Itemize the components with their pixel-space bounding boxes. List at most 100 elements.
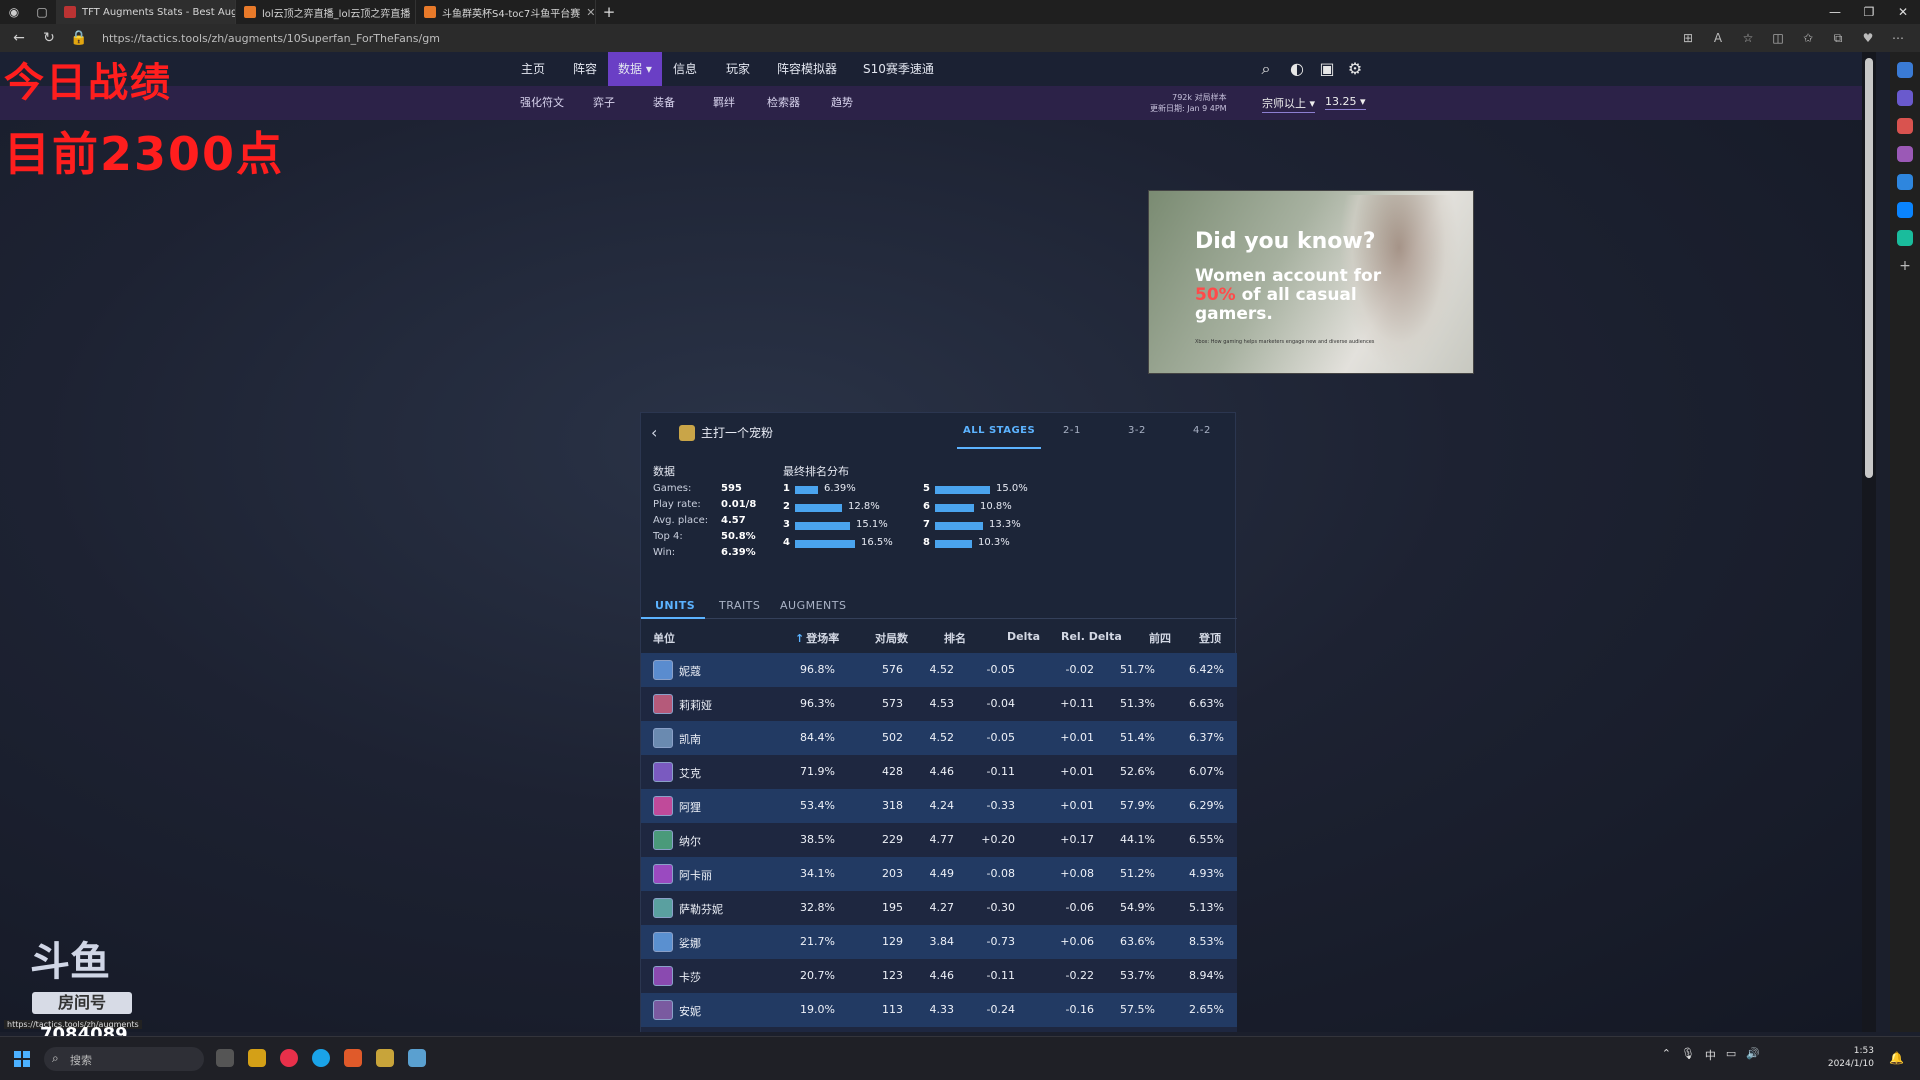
table-row[interactable]: 俄洛伊18.7%1114.08-0.49+0.3064.9%7.21% bbox=[641, 1027, 1237, 1032]
tray-chevron-icon[interactable]: ⌃ bbox=[1662, 1047, 1671, 1063]
advertisement[interactable]: Did you know? Women account for 50% of a… bbox=[1148, 190, 1474, 374]
sidebar-tools-icon[interactable] bbox=[1897, 118, 1913, 134]
refresh-icon[interactable]: ↻ bbox=[36, 25, 62, 51]
discord-icon[interactable]: ▣ bbox=[1318, 60, 1336, 78]
col-top4[interactable]: 前四 bbox=[1149, 630, 1171, 646]
stage-tab-4-2[interactable]: 4-2 bbox=[1193, 425, 1211, 436]
app-icon[interactable] bbox=[408, 1049, 426, 1067]
table-row[interactable]: 莉莉娅 96.3% 573 4.53 -0.04 +0.11 51.3% 6.63% bbox=[641, 687, 1237, 721]
subnav-explorer[interactable]: 检索器 bbox=[767, 86, 800, 120]
nav-team-builder[interactable]: 阵容模拟器 bbox=[777, 52, 837, 86]
gear-icon[interactable]: ⚙ bbox=[1346, 60, 1364, 78]
table-row[interactable]: 艾克 71.9% 428 4.46 -0.11 +0.01 52.6% 6.07% bbox=[641, 755, 1237, 789]
app-icon[interactable] bbox=[344, 1049, 362, 1067]
col-rel-delta[interactable]: Rel. Delta bbox=[1061, 630, 1122, 643]
col-place[interactable]: 排名 bbox=[944, 630, 966, 646]
browser-tab[interactable]: TFT Augments Stats - Best Augm ✕ bbox=[56, 0, 236, 24]
col-delta[interactable]: Delta bbox=[1007, 630, 1040, 643]
col-play-rate[interactable]: ↑ 登场率 bbox=[795, 630, 839, 646]
sidebar-games-icon[interactable] bbox=[1897, 146, 1913, 162]
nav-s10-speedrun[interactable]: S10赛季速通 bbox=[863, 52, 934, 86]
subnav-units[interactable]: 弈子 bbox=[593, 86, 615, 120]
tab-augments[interactable]: AUGMENTS bbox=[780, 599, 846, 612]
placement-number: 1 bbox=[783, 483, 790, 494]
patch-select[interactable]: 13.25 ▾ bbox=[1325, 95, 1366, 110]
search-icon[interactable]: ⌕ bbox=[1257, 60, 1275, 78]
subnav-traits[interactable]: 羁绊 bbox=[713, 86, 735, 120]
ime-indicator[interactable]: 中 bbox=[1705, 1047, 1716, 1063]
extensions-icon[interactable]: ♥ bbox=[1856, 31, 1880, 45]
sidebar-copilot-icon[interactable] bbox=[1897, 90, 1913, 106]
stage-tab-all[interactable]: ALL STAGES bbox=[963, 425, 1035, 436]
tab-traits[interactable]: TRAITS bbox=[719, 599, 760, 612]
table-row[interactable]: 阿卡丽 34.1% 203 4.49 -0.08 +0.08 51.2% 4.93% bbox=[641, 857, 1237, 891]
unit-portrait-icon bbox=[653, 762, 673, 782]
subnav-items[interactable]: 装备 bbox=[653, 86, 675, 120]
table-row[interactable]: 卡莎 20.7% 123 4.46 -0.11 -0.22 53.7% 8.94% bbox=[641, 959, 1237, 993]
scrollbar-thumb[interactable] bbox=[1865, 58, 1873, 478]
favorite-icon[interactable]: ☆ bbox=[1736, 31, 1760, 45]
back-icon[interactable]: ← bbox=[6, 25, 32, 51]
sidebar-search-icon[interactable] bbox=[1897, 62, 1913, 78]
app-available-icon[interactable]: ⊞ bbox=[1676, 31, 1700, 45]
sidebar-office-icon[interactable] bbox=[1897, 174, 1913, 190]
table-row[interactable]: 阿狸 53.4% 318 4.24 -0.33 +0.01 57.9% 6.29% bbox=[641, 789, 1237, 823]
app-icon[interactable] bbox=[280, 1049, 298, 1067]
edge-icon[interactable] bbox=[312, 1049, 330, 1067]
stage-tab-2-1[interactable]: 2-1 bbox=[1063, 425, 1081, 436]
restore-icon[interactable]: ❐ bbox=[1852, 0, 1886, 24]
tab-actions-icon[interactable]: ▢ bbox=[28, 0, 56, 24]
tab-units[interactable]: UNITS bbox=[655, 599, 695, 612]
site-info-icon[interactable]: 🔒 bbox=[66, 25, 92, 51]
collections-icon[interactable]: ⧉ bbox=[1826, 31, 1850, 46]
table-row[interactable]: 娑娜 21.7% 129 3.84 -0.73 +0.06 63.6% 8.53% bbox=[641, 925, 1237, 959]
clock[interactable]: 1:53 2024/1/10 bbox=[1828, 1045, 1874, 1071]
subnav-augments[interactable]: 强化符文 bbox=[520, 86, 564, 120]
nav-data[interactable]: 数据 ▾ bbox=[608, 52, 662, 86]
table-row[interactable]: 纳尔 38.5% 229 4.77 +0.20 +0.17 44.1% 6.55% bbox=[641, 823, 1237, 857]
cell-win: 5.13% bbox=[1189, 901, 1224, 914]
taskbar-search[interactable]: ⌕ 搜索 bbox=[44, 1047, 204, 1071]
subnav-trends[interactable]: 趋势 bbox=[831, 86, 853, 120]
new-tab-icon[interactable]: + bbox=[596, 3, 622, 21]
stage-tab-3-2[interactable]: 3-2 bbox=[1128, 425, 1146, 436]
tab-close-icon[interactable]: ✕ bbox=[586, 6, 595, 19]
network-icon[interactable]: ▭ bbox=[1726, 1047, 1736, 1063]
close-window-icon[interactable]: ✕ bbox=[1886, 0, 1920, 24]
sidebar-add-icon[interactable]: + bbox=[1897, 258, 1913, 274]
page-scrollbar[interactable] bbox=[1862, 52, 1876, 1032]
app-icon[interactable] bbox=[248, 1049, 266, 1067]
lol-icon[interactable] bbox=[376, 1049, 394, 1067]
more-icon[interactable]: ⋯ bbox=[1886, 31, 1910, 45]
table-row[interactable]: 凯南 84.4% 502 4.52 -0.05 +0.01 51.4% 6.37% bbox=[641, 721, 1237, 755]
table-row[interactable]: 萨勒芬妮 32.8% 195 4.27 -0.30 -0.06 54.9% 5.13% bbox=[641, 891, 1237, 925]
notification-icon[interactable]: 🔔 bbox=[1889, 1051, 1904, 1065]
read-aloud-icon[interactable]: A bbox=[1706, 31, 1730, 45]
url-field[interactable]: https://tactics.tools/zh/augments/10Supe… bbox=[102, 32, 440, 45]
start-button-icon[interactable] bbox=[14, 1051, 30, 1067]
favorites-icon[interactable]: ✩ bbox=[1796, 31, 1820, 45]
rank-filter-select[interactable]: 宗师以上 ▾ bbox=[1262, 95, 1316, 113]
microphone-icon[interactable]: 🎙 bbox=[1681, 1047, 1695, 1063]
col-unit[interactable]: 单位 bbox=[653, 630, 675, 646]
volume-icon[interactable]: 🔊 bbox=[1746, 1047, 1760, 1063]
sidebar-outlook-icon[interactable] bbox=[1897, 202, 1913, 218]
nav-comps[interactable]: 阵容 bbox=[573, 52, 597, 86]
back-chevron-icon[interactable]: ‹ bbox=[651, 423, 657, 442]
table-row[interactable]: 安妮 19.0% 113 4.33 -0.24 -0.16 57.5% 2.65% bbox=[641, 993, 1237, 1027]
sidebar-send-icon[interactable] bbox=[1897, 230, 1913, 246]
col-win[interactable]: 登顶 bbox=[1199, 630, 1221, 646]
split-screen-icon[interactable]: ◫ bbox=[1766, 31, 1790, 45]
patreon-icon[interactable]: ◐ bbox=[1288, 60, 1306, 78]
table-row[interactable]: 妮蔻 96.8% 576 4.52 -0.05 -0.02 51.7% 6.42% bbox=[641, 653, 1237, 687]
nav-players[interactable]: 玩家 bbox=[726, 52, 750, 86]
browser-profile-icon[interactable]: ◉ bbox=[0, 0, 28, 24]
col-games[interactable]: 对局数 bbox=[875, 630, 908, 646]
browser-tab[interactable]: lol云顶之弈直播_lol云顶之弈直播 ✕ bbox=[236, 0, 416, 24]
nav-home[interactable]: 主页 bbox=[521, 52, 545, 86]
browser-tab[interactable]: 斗鱼群英杯S4-toc7斗鱼平台赛 ✕ bbox=[416, 0, 596, 24]
nav-info[interactable]: 信息 bbox=[673, 52, 697, 86]
placement-percent: 16.5% bbox=[861, 537, 893, 548]
task-view-icon[interactable] bbox=[216, 1049, 234, 1067]
minimize-icon[interactable]: — bbox=[1818, 0, 1852, 24]
